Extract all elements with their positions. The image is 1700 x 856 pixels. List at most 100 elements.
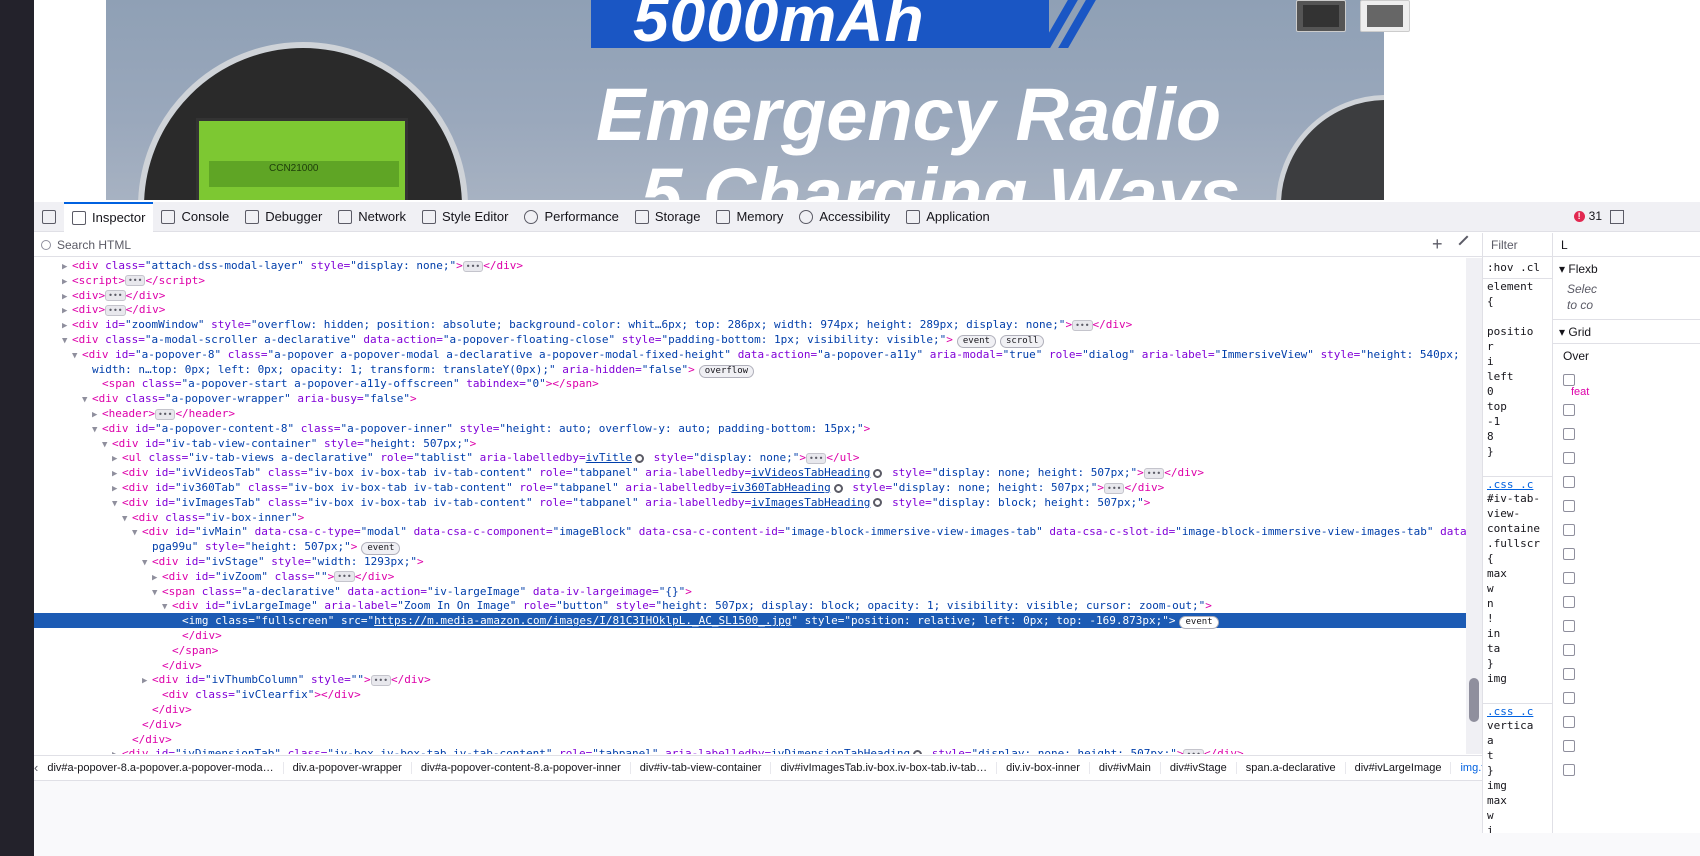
markup-node[interactable]: </div> bbox=[34, 628, 1466, 643]
tab-debugger[interactable]: Debugger bbox=[237, 202, 330, 232]
markup-node[interactable]: pga99u" style="height: 507px;"> event bbox=[34, 539, 1466, 556]
markup-node[interactable]: ▼ <div id="a-popover-content-8" class="a-… bbox=[34, 421, 1466, 436]
markup-node[interactable]: ▶ <div> ••• </div> bbox=[34, 302, 1466, 317]
breadcrumb-item[interactable]: div#ivLargeImage bbox=[1346, 761, 1452, 774]
markup-node[interactable]: ▶ <div id="iv360Tab" class="iv-box iv-box… bbox=[34, 480, 1466, 495]
markup-tree: ▶ <div class="attach-dss-modal-layer" sty… bbox=[34, 258, 1466, 754]
grid-checkbox[interactable] bbox=[1553, 638, 1700, 662]
markup-node[interactable]: ▶ <div id="ivZoom" class=""> ••• </div> bbox=[34, 569, 1466, 584]
add-node-icon[interactable]: + bbox=[1432, 235, 1443, 253]
markup-node[interactable]: </div> bbox=[34, 658, 1466, 673]
search-input[interactable]: Search HTML bbox=[57, 238, 131, 252]
breadcrumb-item[interactable]: img.fullscreen bbox=[1451, 762, 1482, 774]
layout-tab[interactable]: L bbox=[1553, 233, 1700, 257]
markup-node[interactable]: ▶ <div> ••• </div> bbox=[34, 288, 1466, 303]
breadcrumb-item[interactable]: div.iv-box-inner bbox=[997, 761, 1090, 774]
breadcrumb-item[interactable]: div#a-popover-content-8.a-popover-inner bbox=[412, 761, 631, 774]
flexbox-section-header[interactable]: ▾ Flexb bbox=[1553, 257, 1700, 281]
layout-panel: L ▾ Flexb Selec to co ▾ Grid Over feat bbox=[1552, 233, 1700, 833]
css-rule-line: w bbox=[1487, 582, 1494, 595]
grid-checkbox[interactable] bbox=[1553, 686, 1700, 710]
css-source-link[interactable]: .css .c bbox=[1483, 703, 1552, 718]
grid-checkbox[interactable] bbox=[1553, 734, 1700, 758]
tab-memory[interactable]: Memory bbox=[708, 202, 791, 232]
markup-node[interactable]: ▶ <div id="ivThumbColumn" style=""> ••• </d… bbox=[34, 672, 1466, 687]
devtools-bottom-area bbox=[34, 780, 1700, 856]
markup-node[interactable]: <div class="ivClearfix"></div> bbox=[34, 687, 1466, 702]
selected-markup-node[interactable]: <img class="fullscreen" src="https://m.m… bbox=[34, 613, 1466, 630]
tab-accessibility[interactable]: Accessibility bbox=[791, 202, 898, 232]
markup-node-text: <img class="fullscreen" src="https://m.m… bbox=[182, 614, 1219, 630]
grid-checkbox[interactable] bbox=[1553, 494, 1700, 518]
image-thumbnail[interactable] bbox=[1360, 0, 1410, 32]
markup-node[interactable]: ▼ <div class="a-popover-wrapper" aria-bus… bbox=[34, 391, 1466, 406]
markup-node[interactable]: ▶ <header> ••• </header> bbox=[34, 406, 1466, 421]
grid-checkbox[interactable] bbox=[1553, 446, 1700, 470]
grid-checkbox[interactable] bbox=[1553, 422, 1700, 446]
markup-node[interactable]: </div> bbox=[34, 702, 1466, 717]
css-rule-line: max bbox=[1487, 567, 1507, 580]
pseudo-class-toggle[interactable]: :hov .cl bbox=[1483, 257, 1552, 279]
markup-node[interactable]: ▼ <div id="ivLargeImage" aria-label="Zoom… bbox=[34, 598, 1466, 613]
tab-application[interactable]: Application bbox=[898, 202, 998, 232]
markup-node[interactable]: width: n…top: 0px; left: 0px; opacity: 1… bbox=[34, 362, 1466, 378]
breadcrumb-item[interactable]: div#a-popover-8.a-popover.a-popover-moda… bbox=[38, 761, 284, 774]
breadcrumb-item[interactable]: div#iv-tab-view-container bbox=[631, 761, 772, 774]
grid-checkbox[interactable] bbox=[1553, 470, 1700, 494]
tab-inspector[interactable]: Inspector bbox=[64, 201, 154, 232]
tab-console[interactable]: Console bbox=[153, 202, 237, 232]
grid-checkbox[interactable] bbox=[1553, 710, 1700, 734]
markup-node[interactable]: ▼ <div id="ivStage" style="width: 1293px;… bbox=[34, 554, 1466, 569]
grid-checkbox[interactable] bbox=[1553, 542, 1700, 566]
grid-checkbox[interactable] bbox=[1553, 662, 1700, 686]
tab-style-editor[interactable]: Style Editor bbox=[414, 202, 516, 232]
markup-node[interactable]: </div> bbox=[34, 717, 1466, 732]
image-thumbnail[interactable] bbox=[1296, 0, 1346, 32]
tab-performance[interactable]: Performance bbox=[516, 202, 626, 232]
css-source-link[interactable]: .css .c bbox=[1483, 476, 1552, 491]
markup-node[interactable]: </div> bbox=[34, 732, 1466, 747]
markup-node[interactable]: ▶ <div class="attach-dss-modal-layer" sty… bbox=[34, 258, 1466, 273]
markup-node[interactable]: ▶ <script> ••• </script> bbox=[34, 273, 1466, 288]
markup-node[interactable]: ▼ <div class="iv-box-inner"> bbox=[34, 510, 1466, 525]
markup-node[interactable]: ▶ <div id="zoomWindow" style="overflow: h… bbox=[34, 317, 1466, 332]
css-rule-line: r bbox=[1487, 340, 1494, 353]
markup-node[interactable]: ▼ <div id="ivImagesTab" class="iv-box iv-… bbox=[34, 495, 1466, 510]
tab-network[interactable]: Network bbox=[330, 202, 414, 232]
css-rule-line: max bbox=[1487, 794, 1507, 807]
markup-node[interactable]: ▼ <div id="iv-tab-view-container" style="… bbox=[34, 436, 1466, 451]
markup-node[interactable]: ▶<div id="ivDimensionTab" class="iv-box … bbox=[34, 746, 1466, 754]
expand-twisty-icon[interactable]: ▶ bbox=[112, 748, 122, 754]
dock-layout-icon[interactable] bbox=[1610, 210, 1624, 224]
grid-section-header[interactable]: ▾ Grid bbox=[1553, 319, 1700, 343]
breadcrumb-item[interactable]: div.a-popover-wrapper bbox=[284, 761, 412, 774]
markup-node[interactable]: ▼ <div id="ivMain" data-csa-c-type="modal… bbox=[34, 524, 1466, 539]
grid-checkbox[interactable] bbox=[1553, 566, 1700, 590]
markup-node[interactable]: ▶ <ul class="iv-tab-views a-declarative" … bbox=[34, 450, 1466, 465]
breadcrumb-item[interactable]: div#ivStage bbox=[1161, 761, 1237, 774]
product-banner-image[interactable]: CCN21000 5000mAh Emergency Radio 5 Charg… bbox=[106, 0, 1384, 200]
markup-node[interactable]: ▶ <div id="ivVideosTab" class="iv-box iv-… bbox=[34, 465, 1466, 480]
markup-scrollbar[interactable] bbox=[1466, 258, 1482, 754]
error-count-badge[interactable]: ! 31 bbox=[1573, 209, 1602, 223]
grid-checkbox[interactable] bbox=[1553, 758, 1700, 782]
markup-node[interactable]: </span> bbox=[34, 643, 1466, 658]
element-picker-icon[interactable] bbox=[34, 202, 64, 232]
grid-checkbox[interactable] bbox=[1553, 398, 1700, 422]
tab-storage[interactable]: Storage bbox=[627, 202, 709, 232]
css-rule-line: view- bbox=[1487, 507, 1521, 520]
markup-node[interactable]: <span class="a-popover-start a-popover-a… bbox=[34, 376, 1466, 391]
markup-node[interactable]: ▼ <div class="a-modal-scroller a-declarat… bbox=[34, 332, 1466, 348]
breadcrumb-item[interactable]: div#ivImagesTab.iv-box.iv-box-tab.iv-tab… bbox=[771, 761, 998, 774]
markup-node[interactable]: ▼ <div id="a-popover-8" class="a-popover … bbox=[34, 347, 1466, 362]
grid-checkbox[interactable] bbox=[1553, 590, 1700, 614]
grid-label: Grid bbox=[1568, 325, 1592, 339]
rules-filter[interactable]: Filter bbox=[1483, 233, 1552, 257]
banner-subheadline: 5 Charging Ways bbox=[641, 153, 1241, 200]
markup-node[interactable]: ▼ <span class="a-declarative" data-action… bbox=[34, 584, 1466, 599]
breadcrumb-item[interactable]: div#ivMain bbox=[1090, 761, 1161, 774]
css-rule-line: top bbox=[1487, 400, 1507, 413]
grid-checkbox[interactable] bbox=[1553, 614, 1700, 638]
breadcrumb-item[interactable]: span.a-declarative bbox=[1237, 761, 1346, 774]
grid-checkbox[interactable] bbox=[1553, 518, 1700, 542]
